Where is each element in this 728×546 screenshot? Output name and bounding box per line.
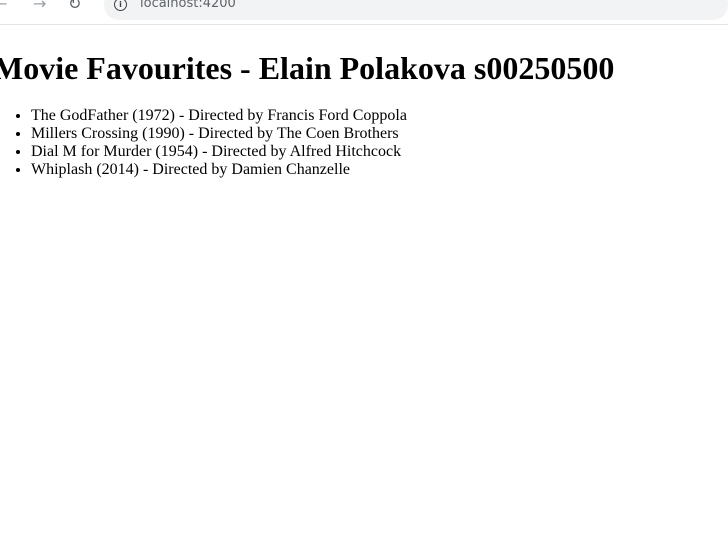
list-item: Whiplash (2014) - Directed by Damien Cha…: [31, 161, 407, 179]
movie-list: The GodFather (1972) - Directed by Franc…: [0, 107, 407, 179]
address-bar[interactable]: i localhost:4200: [104, 0, 728, 20]
forward-icon[interactable]: →: [33, 0, 46, 14]
list-item: The GodFather (1972) - Directed by Franc…: [31, 107, 407, 125]
list-item: Millers Crossing (1990) - Directed by Th…: [31, 125, 407, 143]
browser-toolbar: ← → ↻ i localhost:4200: [0, 0, 728, 25]
url-text[interactable]: localhost:4200: [140, 0, 236, 13]
back-icon[interactable]: ←: [0, 0, 7, 14]
reload-icon[interactable]: ↻: [68, 0, 81, 14]
page-content: Movie Favourites - Elain Polakova s00250…: [0, 25, 728, 546]
list-item: Dial M for Murder (1954) - Directed by A…: [31, 143, 407, 161]
site-info-icon[interactable]: i: [114, 0, 127, 11]
page-title: Movie Favourites - Elain Polakova s00250…: [0, 50, 615, 86]
